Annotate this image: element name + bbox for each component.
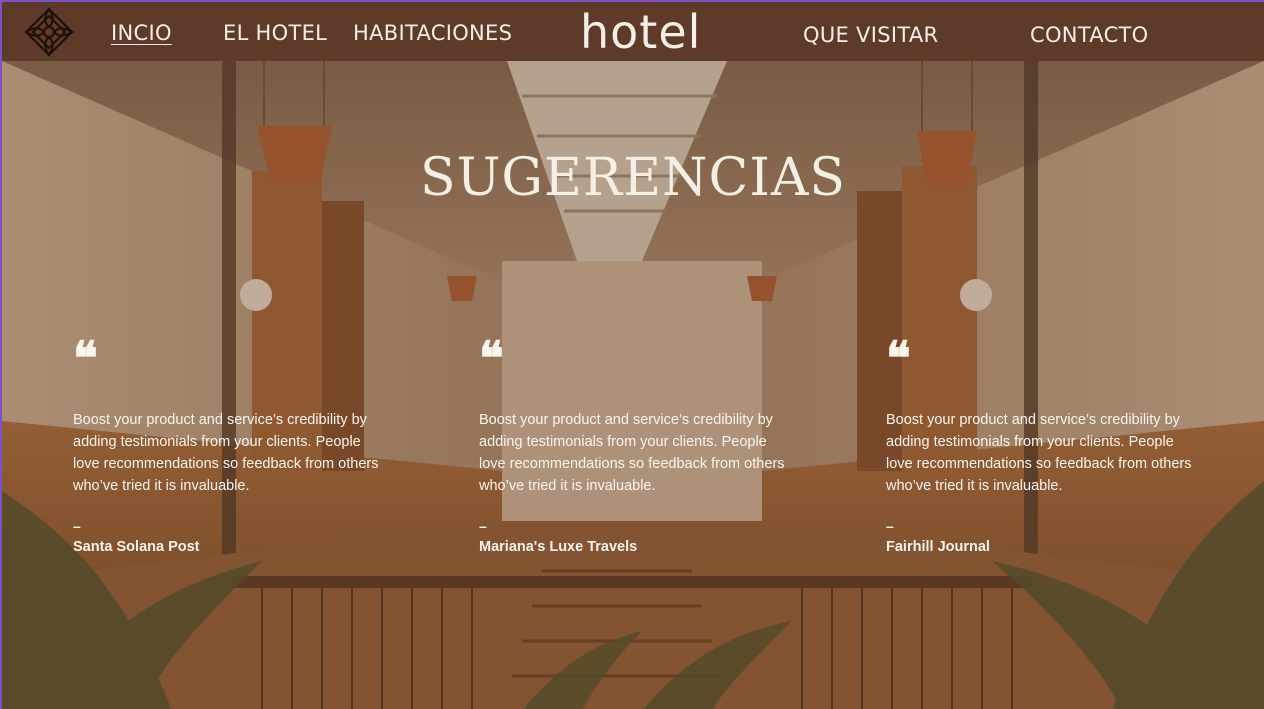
hero-section: SUGERENCIAS ❝ Boost your product and ser… <box>2 61 1264 709</box>
testimonial-dash: – <box>73 518 81 534</box>
ornamental-diamond-logo-icon[interactable] <box>24 7 74 57</box>
section-title: SUGERENCIAS <box>419 148 847 208</box>
testimonial-card: ❝ Boost your product and service’s credi… <box>73 331 383 555</box>
testimonial-card: ❝ Boost your product and service’s credi… <box>479 331 789 555</box>
quote-icon: ❝ <box>886 331 911 385</box>
testimonial-text: Boost your product and service’s credibi… <box>73 412 379 494</box>
nav-item-habitaciones[interactable]: HABITACIONES <box>353 2 512 61</box>
testimonial-card: ❝ Boost your product and service’s credi… <box>886 331 1196 555</box>
testimonial-text: Boost your product and service’s credibi… <box>886 412 1192 494</box>
testimonial-source: Mariana's Luxe Travels <box>479 539 638 555</box>
testimonial-source: Santa Solana Post <box>73 539 200 555</box>
brand-logo-text[interactable]: hotel <box>580 4 701 60</box>
nav-item-contacto[interactable]: CONTACTO <box>1030 4 1149 63</box>
nav-item-el-hotel[interactable]: EL HOTEL <box>223 2 327 61</box>
quote-icon: ❝ <box>479 331 504 385</box>
top-navbar: INCIO EL HOTEL HABITACIONES hotel QUE VI… <box>2 2 1264 61</box>
nav-item-inicio[interactable]: INCIO <box>111 2 172 61</box>
testimonial-dash: – <box>886 518 894 534</box>
testimonial-dash: – <box>479 518 487 534</box>
testimonial-text: Boost your product and service’s credibi… <box>479 412 785 494</box>
nav-item-que-visitar[interactable]: QUE VISITAR <box>803 4 938 63</box>
quote-icon: ❝ <box>73 331 98 385</box>
testimonial-source: Fairhill Journal <box>886 539 990 555</box>
